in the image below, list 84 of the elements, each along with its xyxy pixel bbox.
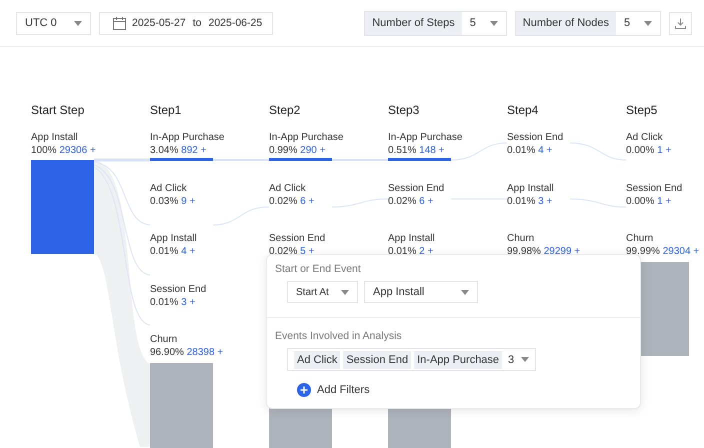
node-name: Session End <box>507 131 564 144</box>
calendar-icon <box>113 16 126 30</box>
node-count-link[interactable]: 29306 + <box>59 145 96 156</box>
node-percent: 0.01% <box>388 246 416 257</box>
caret-icon <box>490 20 498 26</box>
node-count-link[interactable]: 1 + <box>657 196 672 206</box>
event-tag: Ad Click <box>294 350 340 368</box>
section-title: Start or End Event <box>275 263 362 275</box>
node-name: Session End <box>626 182 684 194</box>
node-name: In-App Purchase <box>388 131 464 144</box>
node-count-link[interactable]: 1 + <box>657 145 672 156</box>
step-title: Step1 <box>150 103 182 119</box>
node-name: Session End <box>269 232 326 245</box>
step-title: Start Step <box>31 103 86 119</box>
node-count-link[interactable]: 4 + <box>538 145 552 156</box>
caret-icon <box>521 357 530 362</box>
node-count-link[interactable]: 6 + <box>300 196 314 206</box>
step-title: Step3 <box>388 103 420 119</box>
node-percent: 0.02% <box>269 196 298 206</box>
node-percent: 0.01% <box>150 296 178 308</box>
node-name: Ad Click <box>150 182 188 194</box>
node-name: App Install <box>388 232 436 245</box>
step-title: Step4 <box>507 103 540 119</box>
node-percent: 3.04% <box>150 145 178 156</box>
caret-icon <box>461 290 469 294</box>
node-percent: 96.90% <box>150 347 184 358</box>
mode-select[interactable]: Start At <box>287 281 358 303</box>
node-count-link[interactable]: 5 + <box>300 246 314 257</box>
node-count-link[interactable]: 9 + <box>181 196 196 206</box>
events-select[interactable]: Ad Click Session End In-App Purchase 3 <box>287 348 536 371</box>
node-name: In-App Purchase <box>150 131 226 144</box>
node-name: App Install <box>507 182 555 194</box>
node-name: Ad Click <box>626 131 664 144</box>
download-button[interactable] <box>669 12 692 34</box>
event-tag: In-App Purchase <box>414 350 502 368</box>
node-count-link[interactable]: 2 + <box>419 246 434 257</box>
node-name: App Install <box>31 131 79 144</box>
event-select[interactable]: App Install <box>364 281 478 303</box>
node-percent: 0.99% <box>269 145 298 156</box>
node-name: In-App Purchase <box>269 131 344 144</box>
caret-icon <box>74 20 82 26</box>
tag-count: 3 <box>508 354 514 366</box>
node-percent: 0.00% <box>626 145 654 156</box>
node-percent: 0.00% <box>626 196 654 206</box>
node-percent: 0.03% <box>150 196 178 206</box>
caret-icon <box>341 290 349 294</box>
node-count-link[interactable]: 6 + <box>419 196 434 206</box>
node-percent: 99.99% <box>626 246 660 257</box>
node-count-link[interactable]: 28398 + <box>186 347 224 358</box>
node-percent: 99.98% <box>507 246 541 257</box>
caret-icon <box>644 20 652 26</box>
node-percent: 0.02% <box>269 246 298 257</box>
node-count-link[interactable]: 148 + <box>419 145 444 156</box>
node-name: Session End <box>150 282 208 296</box>
node-percent: 100% <box>31 145 57 156</box>
node-percent: 0.02% <box>388 196 416 206</box>
node-name: Churn <box>150 333 178 346</box>
node-percent: 0.01% <box>507 145 536 156</box>
node-count-link[interactable]: 4 + <box>181 246 196 257</box>
add-filters-button[interactable]: Add Filters <box>275 371 632 397</box>
node-percent: 0.01% <box>507 196 536 206</box>
step-title: Step5 <box>626 103 658 119</box>
node-count-link[interactable]: 29304 + <box>662 246 700 257</box>
node-name: Session End <box>388 182 446 194</box>
plus-icon <box>297 383 311 397</box>
node-percent: 0.51% <box>388 145 416 156</box>
node-count-link[interactable]: 290 + <box>300 145 326 156</box>
nodes-select[interactable]: Number of Nodes 5 <box>514 10 661 36</box>
node-name: Ad Click <box>269 182 307 194</box>
node-percent: 0.01% <box>150 246 178 257</box>
section-title: Events Involved in Analysis <box>275 330 403 342</box>
node-name: App Install <box>150 232 198 245</box>
node-name: Churn <box>626 232 654 245</box>
timezone-select[interactable]: UTC 0 <box>16 12 91 34</box>
node-count-link[interactable]: 29299 + <box>544 246 580 257</box>
event-tag: Session End <box>343 350 412 368</box>
steps-select[interactable]: Number of Steps 5 <box>364 10 507 36</box>
date-range-field[interactable]: 2025-05-27 to 2025-06-25 <box>99 12 273 34</box>
node-count-link[interactable]: 892 + <box>181 145 206 156</box>
download-icon <box>675 18 686 28</box>
node-name: Churn <box>507 232 536 245</box>
step-title: Step2 <box>269 103 302 119</box>
node-count-link[interactable]: 3 + <box>181 296 196 308</box>
node-count-link[interactable]: 3 + <box>538 196 552 206</box>
